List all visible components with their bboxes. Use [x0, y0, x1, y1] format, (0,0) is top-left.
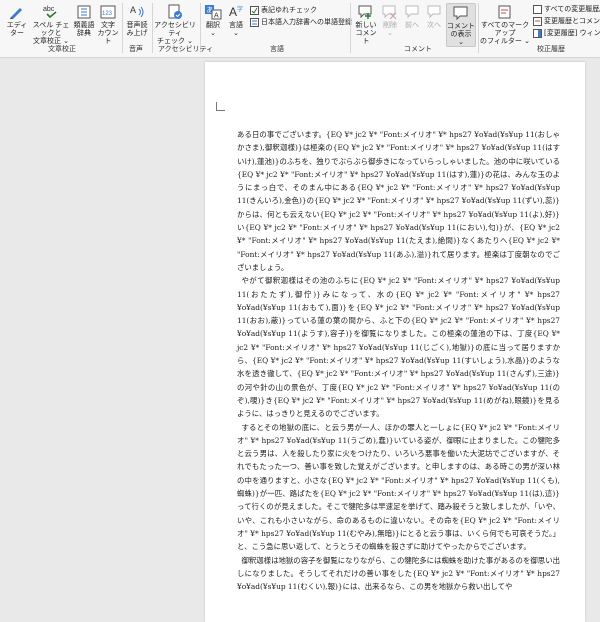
word-count-label: 文字 カウント — [97, 21, 119, 45]
previous-comment-icon — [405, 5, 419, 19]
notation-check-label: 表記ゆれチェック — [261, 6, 317, 14]
next-comment-label: 次へ — [427, 21, 441, 29]
spell-check-label: スペル チェックと 文章校正 ⌄ — [32, 21, 70, 45]
svg-text:abc: abc — [43, 6, 55, 13]
show-comments-button[interactable]: コメント の表示 ⌄ — [446, 3, 476, 47]
language-button[interactable]: A字 言語 ⌄ — [225, 4, 247, 37]
svg-text:字: 字 — [237, 5, 243, 13]
new-comment-label: 新しい コメント — [355, 21, 377, 45]
show-comments-label: コメント の表示 ⌄ — [447, 22, 475, 46]
word-count-button[interactable]: 123 文字 カウント — [96, 4, 120, 45]
paragraph[interactable]: するとその地獄の底に、と云う男が一人、ほかの罪人と一しょに{EQ ¥* jc2 … — [237, 421, 560, 554]
delete-comment-icon — [382, 5, 397, 20]
spellcheck-abc-icon: abc — [43, 6, 57, 19]
language-label: 言語 ⌄ — [229, 21, 243, 37]
thesaurus-label: 類義語 辞典 — [73, 21, 95, 37]
group-label-language: 言語 — [270, 45, 284, 53]
notation-check-item[interactable]: 表記ゆれチェック — [250, 5, 317, 15]
read-aloud-label: 音声読 み上げ — [126, 21, 148, 37]
group-label-comments: コメント — [404, 45, 432, 53]
accessibility-check-button[interactable]: アクセシビリティ チェック ⌄ — [153, 4, 197, 45]
previous-comment-label: 前へ — [405, 21, 419, 29]
markup-filter-button[interactable]: すべてのマークアップ のフィルター ⌄ — [480, 4, 530, 45]
paragraph[interactable]: 御釈迦様は地獄の容子を御覧になりながら、この犍陀多には蜘蛛を助けた事があるのを御… — [237, 554, 560, 594]
group-label-speech: 音声 — [129, 45, 143, 53]
ime-dictionary-label: 日本語入力辞書への単語登録 — [261, 18, 352, 26]
translate-button[interactable]: あA 翻訳 ⌄ — [202, 4, 224, 37]
translate-icon: あA — [205, 5, 222, 20]
language-icon: A字 — [229, 5, 243, 19]
margin-corner-mark — [216, 102, 225, 111]
separator — [478, 3, 479, 53]
spell-check-button[interactable]: abc スペル チェックと 文章校正 ⌄ — [30, 4, 72, 45]
changes-display-icon — [533, 16, 542, 26]
separator — [350, 3, 351, 53]
paragraph[interactable]: ある日の事でございます。{EQ ¥* jc2 ¥* "Font:メイリオ" ¥*… — [237, 128, 560, 274]
markup-filter-label: すべてのマークアップ のフィルター ⌄ — [480, 21, 530, 45]
all-changes-item[interactable]: すべての変更履歴/コメ — [533, 4, 600, 14]
paragraph[interactable]: やがて御釈迦様はその池のふちに{EQ ¥* jc2 ¥* "Font:メイリオ"… — [237, 274, 560, 420]
separator — [122, 3, 123, 53]
svg-text:A: A — [229, 5, 237, 19]
changes-comments-display-label: 変更履歴とコメントの表 — [544, 17, 600, 25]
ribbon-review-tab: エディ ター abc スペル チェックと 文章校正 ⌄ 類義語 辞典 123 文… — [0, 0, 600, 58]
all-changes-label: すべての変更履歴/コメ — [544, 5, 600, 13]
svg-text:A: A — [130, 5, 136, 15]
editor-pen-icon — [10, 8, 22, 19]
new-comment-icon — [358, 5, 372, 19]
notation-check-icon — [250, 5, 259, 15]
svg-text:123: 123 — [102, 11, 113, 17]
changes-comments-display-item[interactable]: 変更履歴とコメントの表 — [533, 16, 600, 26]
accessibility-check-label: アクセシビリティ チェック ⌄ — [154, 21, 196, 45]
dictionary-icon — [250, 17, 259, 27]
ime-dictionary-item[interactable]: 日本語入力辞書への単語登録 — [250, 17, 352, 27]
group-label-accessibility: アクセシビリティ — [158, 45, 214, 53]
accessibility-icon — [168, 4, 182, 19]
group-label-tracking: 校正履歴 — [537, 45, 565, 53]
delete-comment-button[interactable]: 削除 ⌄ — [380, 4, 400, 37]
next-comment-button[interactable]: 次へ — [424, 4, 444, 29]
next-comment-icon — [427, 5, 441, 19]
thesaurus-button[interactable]: 類義語 辞典 — [73, 4, 95, 37]
previous-comment-button[interactable]: 前へ — [402, 4, 422, 29]
word-count-icon: 123 — [100, 5, 116, 19]
show-comments-icon — [453, 6, 468, 21]
document-body[interactable]: ある日の事でございます。{EQ ¥* jc2 ¥* "Font:メイリオ" ¥*… — [237, 128, 560, 593]
translate-label: 翻訳 ⌄ — [206, 21, 220, 37]
thesaurus-book-icon — [77, 5, 91, 19]
editor-label: エディ ター — [6, 21, 28, 37]
changes-window-item[interactable]: [変更履歴] ウィンドウ ⌄ — [533, 28, 600, 38]
changes-window-icon — [533, 28, 542, 38]
read-aloud-button[interactable]: A 音声読 み上げ — [124, 4, 150, 37]
read-aloud-icon: A — [130, 5, 144, 18]
new-comment-button[interactable]: 新しい コメント — [353, 4, 379, 45]
markup-filter-icon — [498, 5, 511, 19]
all-changes-icon — [533, 4, 542, 14]
svg-text:A: A — [214, 13, 219, 20]
editor-button[interactable]: エディ ター — [4, 4, 30, 37]
changes-window-label: [変更履歴] ウィンドウ ⌄ — [544, 29, 600, 37]
delete-comment-label: 削除 ⌄ — [383, 21, 397, 37]
group-label-proofing: 文章校正 — [48, 45, 76, 53]
